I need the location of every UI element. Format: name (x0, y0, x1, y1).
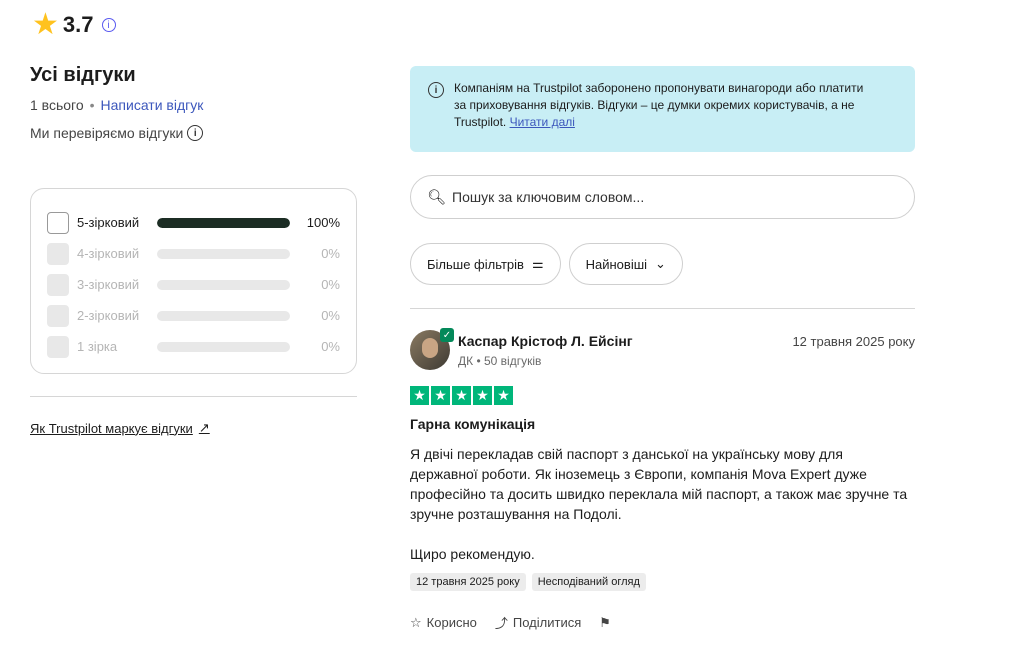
chevron-down-icon: ⌄ (655, 256, 666, 271)
info-notice: i Компаніям на Trustpilot заборонено про… (410, 66, 915, 152)
search-box[interactable]: 🔍︎ (410, 175, 915, 219)
rating-bar (157, 217, 290, 228)
flag-icon: ⚑ (599, 614, 611, 630)
search-input[interactable] (452, 189, 893, 205)
rating-bar (157, 248, 290, 259)
review-date: 12 травня 2025 року (792, 334, 915, 349)
checkbox[interactable] (47, 211, 69, 234)
review-title[interactable]: Гарна комунікація (410, 416, 915, 432)
reviews-summary: Усі відгуки 1 всього • Написати відгук М… (30, 64, 360, 141)
separator-dot: • (89, 97, 95, 113)
rating-percent: 100% (306, 215, 340, 230)
info-icon[interactable]: i (187, 125, 204, 141)
review-body-closing: Щиро рекомендую. (410, 546, 535, 562)
rating-bar (157, 341, 290, 352)
sliders-icon: ⚌ (531, 256, 544, 271)
notice-text: Компаніям на Trustpilot заборонено пропо… (454, 80, 874, 152)
star-rating: ★ ★ ★ ★ ★ (410, 386, 915, 405)
rating-filter-4[interactable]: 4-зірковий 0% (47, 238, 340, 269)
share-icon: ⤴ (494, 616, 508, 631)
review-actions: ☆ Корисно ⤴ Поділитися ⚑ (410, 613, 915, 632)
rating-score: 3.7 (62, 12, 94, 37)
rating-filter-3[interactable]: 3-зірковий 0% (47, 269, 340, 300)
rating-bar-fill (157, 217, 290, 228)
star-icon: ★ (410, 386, 429, 405)
rating-distribution: 5-зірковий 100% 4-зірковий 0% 3-зірковий… (30, 188, 357, 374)
verified-check-icon: ✓ (440, 328, 454, 342)
reviews-title: Усі відгуки (30, 64, 136, 86)
rating-percent: 0% (321, 308, 340, 323)
star-icon: ★ (452, 386, 471, 405)
useful-button[interactable]: ☆ Корисно (410, 615, 477, 631)
rating-filter-1[interactable]: 1 зірка 0% (47, 331, 340, 362)
info-icon: i (428, 82, 444, 98)
avatar-face (422, 338, 438, 358)
read-more-link[interactable]: Читати далі (510, 115, 575, 129)
rating-filter-5[interactable]: 5-зірковий 100% (47, 207, 340, 238)
review-card: ✓ Каспар Крістоф Л. Ейсінг ДК • 50 відгу… (410, 328, 915, 632)
useful-label: Корисно (426, 615, 477, 630)
checkbox[interactable] (47, 273, 69, 296)
share-label: Поділитися (512, 615, 582, 630)
sort-dropdown[interactable]: Найновіші ⌄ (568, 243, 683, 285)
rating-label: 2-зірковий (77, 308, 140, 323)
more-filters-label: Більше фільтрів (427, 256, 524, 272)
info-icon[interactable]: i (101, 18, 116, 32)
count-line: 1 всього • Написати відгук (30, 97, 360, 113)
checkbox[interactable] (47, 242, 69, 265)
search-icon: 🔍︎ (427, 189, 447, 206)
rating-percent: 0% (321, 277, 340, 292)
date-tag: 12 травня 2025 року (410, 573, 526, 591)
star-icon: ★ (494, 386, 513, 405)
review-header: ✓ Каспар Крістоф Л. Ейсінг ДК • 50 відгу… (410, 328, 915, 370)
rating-percent: 0% (321, 246, 340, 261)
avatar[interactable]: ✓ (410, 328, 454, 370)
reviewer-info: Каспар Крістоф Л. Ейсінг ДК • 50 відгукі… (458, 330, 633, 368)
review-count: 1 всього (30, 97, 84, 113)
sort-label: Найновіші (585, 256, 648, 272)
checkbox[interactable] (47, 304, 69, 327)
star-icon: ★ (32, 8, 59, 41)
rating-label: 5-зірковий (77, 215, 140, 230)
how-link-text: Як Trustpilot маркує відгуки (30, 420, 193, 436)
rating-filter-2[interactable]: 2-зірковий 0% (47, 300, 340, 331)
more-filters-button[interactable]: Більше фільтрів ⚌ (410, 243, 561, 285)
thumbs-up-icon: ☆ (410, 614, 422, 630)
flag-button[interactable]: ⚑ (599, 615, 611, 631)
overall-rating: ★ 3.7 i (32, 10, 116, 40)
share-button[interactable]: ⤴ Поділитися (495, 613, 581, 632)
how-trustpilot-labels-link[interactable]: Як Trustpilot маркує відгуки ↗ (30, 420, 210, 436)
review-tags: 12 травня 2025 року Несподіваний огляд (410, 573, 915, 591)
rating-bar (157, 279, 290, 290)
rating-label: 1 зірка (77, 339, 118, 354)
star-icon: ★ (431, 386, 450, 405)
verify-line[interactable]: Ми перевіряємо відгуки i (30, 125, 360, 141)
divider (410, 308, 915, 309)
divider (30, 396, 357, 397)
rating-percent: 0% (321, 339, 340, 354)
verify-text: Ми перевіряємо відгуки (30, 125, 184, 141)
review-body: Я двічі перекладав свій паспорт з данськ… (410, 446, 908, 522)
rating-bar (157, 310, 290, 321)
rating-label: 4-зірковий (77, 246, 140, 261)
write-review-link[interactable]: Написати відгук (101, 97, 204, 113)
external-link-icon: ↗ (198, 420, 210, 435)
reviewer-name[interactable]: Каспар Крістоф Л. Ейсінг (458, 333, 633, 349)
unprompted-tag[interactable]: Несподіваний огляд (531, 573, 646, 591)
checkbox[interactable] (47, 335, 69, 358)
reviewer-meta: ДК • 50 відгуків (458, 354, 542, 368)
filter-bar: Більше фільтрів ⚌ Найновіші ⌄ (410, 243, 683, 285)
star-icon: ★ (473, 386, 492, 405)
rating-label: 3-зірковий (77, 277, 140, 292)
